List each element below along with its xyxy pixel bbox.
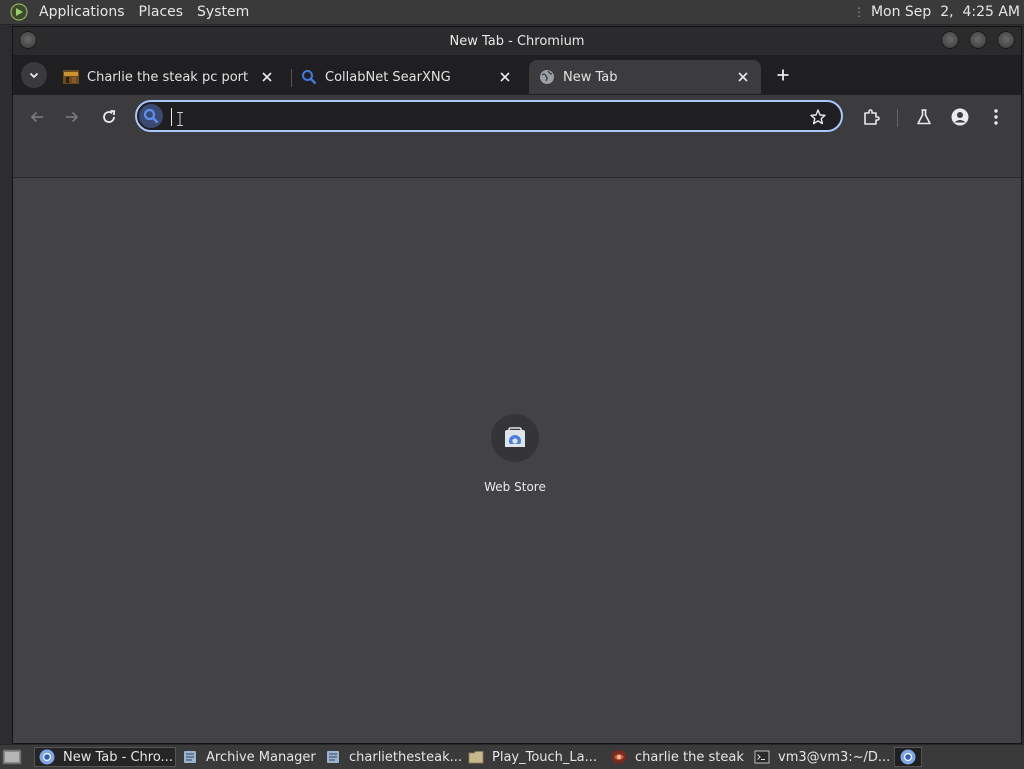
terminal-icon [754, 750, 770, 764]
tab-strip: Charlie the steak pc port by CollabNet S… [13, 55, 1021, 95]
profile-button[interactable] [950, 107, 970, 127]
archive-manager-icon [184, 751, 196, 763]
chromium-icon [39, 749, 55, 765]
close-tab-icon[interactable] [497, 69, 513, 85]
maximize-button[interactable] [969, 31, 987, 49]
show-desktop-icon[interactable] [2, 747, 22, 767]
tab-charlie[interactable]: Charlie the steak pc port by [53, 60, 285, 94]
back-button[interactable] [27, 107, 47, 127]
flask-icon [917, 109, 931, 125]
close-tab-icon[interactable] [735, 69, 751, 85]
tab-search-button[interactable] [21, 62, 47, 88]
game-thumbnail-icon [63, 69, 79, 85]
distro-logo-icon[interactable] [10, 3, 28, 21]
labs-button[interactable] [914, 107, 934, 127]
bookmarks-bar [13, 139, 1021, 178]
taskbar-item-archive-file[interactable]: charliethesteak.... [321, 747, 461, 767]
taskbar-label: charlie the steak [635, 749, 744, 765]
shortcut-web-store[interactable]: Web Store [469, 414, 561, 504]
close-tab-icon[interactable] [259, 69, 275, 85]
taskbar-item-chromium[interactable]: New Tab - Chro... [34, 747, 176, 767]
extensions-button[interactable] [861, 107, 881, 127]
game-icon [612, 750, 626, 764]
kebab-menu-icon [994, 109, 998, 125]
window-menu-button[interactable] [19, 31, 37, 49]
taskbar-item-game[interactable]: charlie the steak [607, 747, 747, 767]
window-titlebar[interactable]: New Tab - Chromium [13, 27, 1021, 55]
workspace-switcher[interactable] [894, 747, 922, 767]
puzzle-icon [864, 109, 880, 125]
browser-toolbar [13, 95, 1021, 139]
arrow-left-icon [30, 111, 43, 123]
clock[interactable]: Mon Sep 2, 4:25 AM [871, 4, 1020, 20]
reload-icon [103, 109, 116, 123]
bottom-taskbar: New Tab - Chro... Archive Manager charli… [0, 744, 1024, 769]
taskbar-item-folder[interactable]: Play_Touch_La... [464, 747, 604, 767]
search-icon [139, 104, 163, 128]
tab-searxng[interactable]: CollabNet SearXNG [291, 60, 523, 94]
applications-menu[interactable]: Applications [32, 4, 132, 20]
archive-file-icon [327, 751, 339, 763]
browser-window: New Tab - Chromium Charlie the steak pc … [12, 26, 1022, 744]
taskbar-label: charliethesteak.... [349, 749, 461, 765]
shortcut-label: Web Store [484, 480, 546, 494]
window-close-button[interactable] [997, 31, 1015, 49]
taskbar-label: Play_Touch_La... [492, 749, 598, 765]
taskbar-item-terminal[interactable]: vm3@vm3:~/D... [750, 747, 890, 767]
places-menu[interactable]: Places [132, 4, 191, 20]
taskbar-label: New Tab - Chro... [63, 749, 173, 765]
mouse-ibeam-cursor-icon [177, 112, 183, 126]
tab-title: New Tab [563, 69, 618, 85]
bookmark-star-icon[interactable] [809, 108, 827, 126]
avatar-icon [951, 108, 969, 126]
address-bar[interactable] [135, 100, 843, 132]
tab-title: Charlie the steak pc port by [87, 69, 253, 85]
tab-new-tab[interactable]: New Tab [529, 60, 761, 94]
taskbar-label: Archive Manager [206, 749, 316, 765]
reload-button[interactable] [99, 107, 119, 127]
top-panel: Applications Places System ⋮ Mon Sep 2, … [0, 0, 1024, 25]
panel-handle-icon: ⋮ [852, 5, 865, 19]
taskbar-label: vm3@vm3:~/D... [778, 749, 890, 765]
window-title: New Tab - Chromium [449, 33, 585, 49]
minimize-button[interactable] [941, 31, 959, 49]
system-menu[interactable]: System [190, 4, 256, 20]
shortcut-tile[interactable] [491, 414, 539, 462]
arrow-right-icon [66, 111, 79, 123]
chromium-icon [900, 749, 916, 765]
chevron-down-icon [29, 72, 39, 79]
globe-icon [539, 69, 555, 85]
menu-button[interactable] [986, 107, 1006, 127]
address-input[interactable] [171, 105, 801, 127]
plus-icon [777, 69, 789, 81]
taskbar-item-archive-manager[interactable]: Archive Manager [178, 747, 318, 767]
new-tab-button[interactable] [773, 65, 793, 85]
tab-title: CollabNet SearXNG [325, 69, 451, 85]
new-tab-page: Web Store [13, 178, 1021, 743]
search-icon [301, 69, 317, 85]
text-caret [171, 108, 172, 126]
web-store-icon [505, 427, 525, 447]
forward-button[interactable] [62, 107, 82, 127]
folder-icon [468, 751, 484, 764]
